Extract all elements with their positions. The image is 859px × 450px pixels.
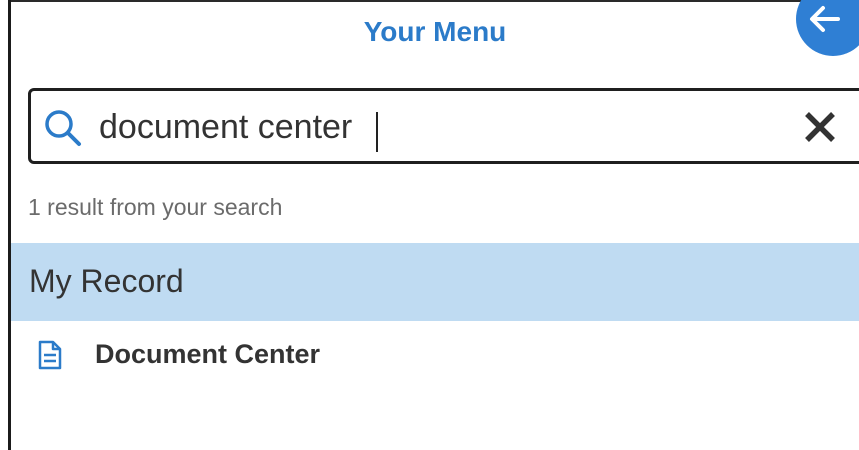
arrow-left-icon [810, 6, 840, 32]
search-icon [45, 110, 81, 146]
result-item-document-center[interactable]: Document Center [11, 328, 859, 380]
text-caret [376, 112, 378, 152]
page-title: Your Menu [363, 16, 507, 47]
close-icon[interactable] [803, 110, 837, 144]
result-item-label: Document Center [95, 339, 321, 369]
menu-header: Your Menu [11, 10, 859, 60]
document-icon [38, 340, 62, 370]
search-input[interactable] [99, 101, 779, 153]
search-field[interactable] [28, 88, 859, 164]
section-label: My Record [29, 263, 184, 299]
panel-left-border [8, 0, 11, 450]
top-divider [8, 0, 859, 2]
section-header-my-record: My Record [11, 243, 859, 321]
result-count: 1 result from your search [28, 194, 283, 220]
